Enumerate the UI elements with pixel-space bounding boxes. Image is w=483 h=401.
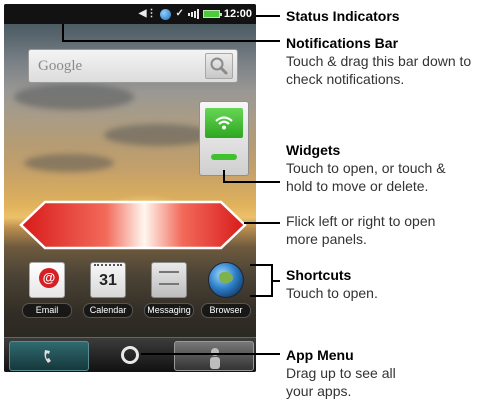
callout-line-widgets	[223, 181, 280, 183]
callout-bracket-shortcuts	[250, 264, 273, 266]
speaker-icon: ◀⋮	[138, 8, 157, 19]
flick-arrow-icon[interactable]	[19, 200, 247, 250]
globe-status-icon	[160, 8, 172, 20]
shortcut-label: Messaging	[144, 303, 194, 318]
wifi-toggle[interactable]	[205, 108, 243, 138]
annotation-status-indicators: Status Indicators	[286, 7, 400, 25]
wallpaper-cloud	[14, 84, 134, 110]
annotation-desc: Touch to open.	[286, 285, 378, 301]
contacts-button[interactable]	[174, 341, 254, 371]
contacts-icon	[210, 348, 220, 369]
annotation-widgets: Widgets Touch to open, or touch & hold t…	[286, 141, 446, 195]
dialer-button[interactable]	[9, 341, 89, 371]
wifi-widget[interactable]	[199, 101, 249, 176]
shortcut-label: Calendar	[83, 303, 133, 318]
shortcut-label: Browser	[201, 303, 251, 318]
status-time: 12:00	[223, 8, 252, 20]
search-widget[interactable]: Google	[28, 49, 238, 83]
shortcut-browser[interactable]: Browser	[200, 262, 252, 320]
shortcut-email[interactable]: @ Email	[21, 262, 73, 320]
call-icon: ✓	[175, 8, 184, 19]
home-screen: ◀⋮ ✓ 12:00 Google @ Email 31 Calendar Me…	[4, 4, 256, 372]
globe-icon	[208, 262, 244, 298]
annotation-title: App Menu	[286, 347, 354, 363]
annotation-app-menu: App Menu Drag up to see all your apps.	[286, 346, 396, 400]
signal-icon	[187, 9, 199, 19]
callout-line-app-menu	[141, 353, 280, 355]
annotation-desc: Touch to open, or touch & hold to move o…	[286, 160, 446, 194]
shortcut-label: Email	[22, 303, 72, 318]
search-logo: Google	[38, 58, 83, 74]
wifi-icon	[215, 116, 233, 130]
annotation-shortcuts: Shortcuts Touch to open.	[286, 266, 378, 302]
shortcut-calendar[interactable]: 31 Calendar	[82, 262, 134, 320]
battery-icon	[202, 10, 222, 18]
annotation-title: Shortcuts	[286, 267, 352, 283]
notifications-bar[interactable]: ◀⋮ ✓ 12:00	[4, 4, 256, 24]
calendar-date: 31	[99, 272, 117, 289]
annotation-flick: Flick left or right to open more panels.	[286, 212, 435, 248]
wallpaper-cloud	[104, 124, 214, 146]
annotation-notifications-bar: Notifications Bar Touch & drag this bar …	[286, 34, 471, 88]
email-icon: @	[29, 262, 65, 298]
search-button[interactable]	[205, 53, 233, 79]
annotation-title: Status Indicators	[286, 8, 400, 24]
callout-bracket-shortcuts	[250, 295, 273, 297]
annotation-desc: Flick left or right to open more panels.	[286, 213, 436, 247]
callout-line-notifications	[62, 24, 64, 41]
annotation-desc: Touch & drag this bar down to check noti…	[286, 53, 472, 87]
app-menu-icon[interactable]	[121, 346, 139, 364]
callout-line-flick	[244, 222, 280, 224]
callout-line-status	[256, 15, 280, 17]
callout-line-shortcuts	[271, 280, 280, 282]
messaging-icon	[151, 262, 187, 298]
annotation-desc: Drag up to see all your apps.	[286, 365, 396, 399]
callout-line-notifications	[62, 40, 280, 42]
shortcut-messaging[interactable]: Messaging	[143, 262, 195, 320]
calendar-icon: 31	[90, 262, 126, 298]
status-indicators: ◀⋮ ✓ 12:00	[139, 7, 252, 21]
wifi-on-indicator	[211, 154, 237, 160]
annotation-title: Notifications Bar	[286, 35, 399, 51]
search-icon	[210, 57, 228, 75]
wallpaper-cloud	[24, 154, 114, 172]
phone-icon	[44, 350, 51, 363]
annotation-title: Widgets	[286, 142, 341, 158]
